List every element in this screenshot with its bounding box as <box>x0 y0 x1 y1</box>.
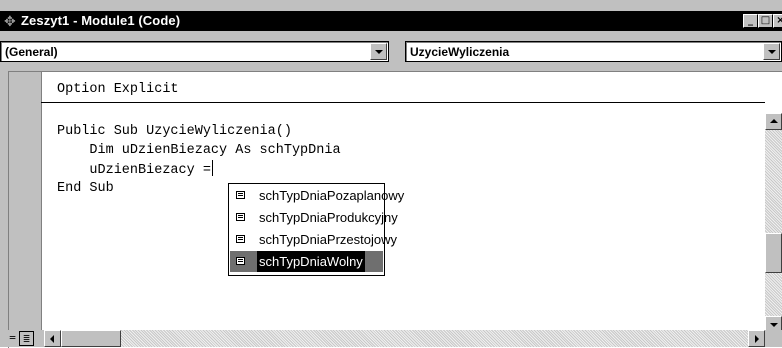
procedure-combo[interactable]: UzycieWyliczenia <box>405 41 782 62</box>
autocomplete-item[interactable]: schTypDniaProdukcyjny <box>230 207 398 228</box>
bottom-bar: = ≣ <box>0 330 782 347</box>
chevron-down-icon <box>375 50 383 54</box>
arrow-down-icon <box>770 323 778 327</box>
code-line[interactable]: End Sub <box>57 179 114 198</box>
declarations-separator <box>41 102 765 103</box>
autocomplete-item-selected[interactable]: schTypDniaWolny <box>230 251 383 272</box>
autocomplete-item[interactable]: schTypDniaPrzestojowy <box>230 229 397 250</box>
horizontal-scrollbar[interactable] <box>44 330 765 347</box>
text-caret <box>211 160 213 176</box>
chevron-down-icon <box>768 50 776 54</box>
scroll-left-button[interactable] <box>44 330 61 347</box>
procedure-view-button[interactable]: = <box>5 331 20 346</box>
enum-member-icon <box>236 235 245 243</box>
procedure-combo-dropdown-button[interactable] <box>763 43 780 60</box>
arrow-up-icon <box>770 119 778 123</box>
enum-member-icon <box>236 257 245 265</box>
arrow-left-icon <box>50 335 54 343</box>
code-line-current[interactable]: uDzienBiezacy = <box>57 160 213 180</box>
code-line[interactable]: Public Sub UzycieWyliczenia() <box>57 122 292 141</box>
vertical-scroll-thumb[interactable] <box>765 233 782 273</box>
window-title: Zeszyt1 - Module1 (Code) <box>21 13 181 28</box>
autocomplete-item[interactable]: schTypDniaPozaplanowy <box>230 185 404 206</box>
object-combo-value: (General) <box>5 45 58 59</box>
minimize-button[interactable]: _ <box>743 14 758 28</box>
vba-module-icon: ✥ <box>4 13 16 29</box>
code-line[interactable]: Dim uDzienBiezacy As schTypDnia <box>57 141 340 160</box>
scroll-up-button[interactable] <box>765 113 782 130</box>
arrow-right-icon <box>755 335 759 343</box>
enum-member-icon <box>236 191 245 199</box>
margin-indicator-bar[interactable] <box>9 72 42 334</box>
scroll-right-button[interactable] <box>748 330 765 347</box>
autocomplete-list[interactable]: schTypDniaPozaplanowy schTypDniaProdukcy… <box>228 183 404 276</box>
object-combo-dropdown-button[interactable] <box>370 43 387 60</box>
enum-member-icon <box>236 213 245 221</box>
vertical-scrollbar[interactable] <box>765 113 782 333</box>
object-combo[interactable]: (General) <box>0 41 389 62</box>
full-module-view-button[interactable]: ≣ <box>19 331 34 346</box>
title-bar[interactable]: ✥ Zeszyt1 - Module1 (Code) _ □ × <box>0 11 782 31</box>
code-area[interactable]: Option Explicit Public Sub UzycieWylicze… <box>42 72 774 334</box>
close-button[interactable]: × <box>773 14 782 28</box>
restore-button[interactable]: □ <box>758 14 773 28</box>
procedure-combo-value: UzycieWyliczenia <box>410 45 510 59</box>
code-line[interactable]: Option Explicit <box>57 80 179 99</box>
code-line-text: uDzienBiezacy = <box>57 163 211 178</box>
horizontal-scroll-thumb[interactable] <box>61 330 121 347</box>
code-window: ✥ Zeszyt1 - Module1 (Code) _ □ × (Genera… <box>0 0 782 348</box>
